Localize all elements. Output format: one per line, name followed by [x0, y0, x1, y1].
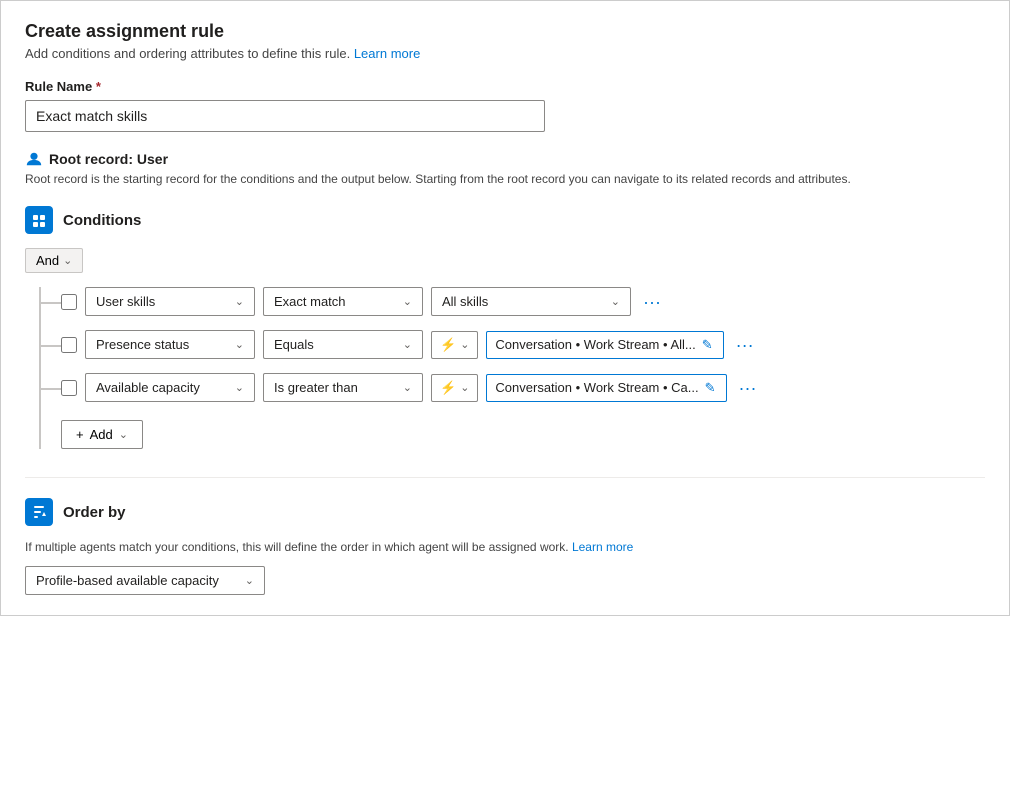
chevron-down-icon: ⌄ [403, 295, 412, 308]
operator-dropdown-1[interactable]: Exact match ⌄ [263, 287, 423, 316]
page-title: Create assignment rule [25, 21, 985, 42]
root-record-section: Root record: User Root record is the sta… [25, 150, 985, 186]
chevron-down-icon: ⌄ [119, 428, 128, 441]
conditions-icon [25, 206, 53, 234]
lightning-button-2[interactable]: ⚡ ⌄ [431, 331, 478, 359]
condition-row: User skills ⌄ Exact match ⌄ All skills ⌄… [41, 287, 985, 316]
more-options-button-3[interactable]: ··· [735, 379, 761, 397]
more-options-button-1[interactable]: ··· [639, 293, 665, 311]
operator-dropdown-2[interactable]: Equals ⌄ [263, 330, 423, 359]
chevron-down-icon: ⌄ [611, 295, 620, 308]
edit-icon: ✎ [702, 337, 713, 353]
order-by-icon [25, 498, 53, 526]
rule-name-input[interactable] [25, 100, 545, 132]
conditions-header: Conditions [25, 206, 985, 234]
chevron-down-icon: ⌄ [460, 381, 469, 394]
root-record-title: Root record: User [25, 150, 985, 168]
chevron-down-icon: ⌄ [235, 295, 244, 308]
chevron-down-icon: ⌄ [235, 381, 244, 394]
order-by-description: If multiple agents match your conditions… [25, 540, 985, 554]
chevron-down-icon: ⌄ [245, 574, 254, 587]
order-by-header: Order by [25, 498, 985, 526]
order-by-dropdown[interactable]: Profile-based available capacity ⌄ [25, 566, 265, 595]
field-dropdown-2[interactable]: Presence status ⌄ [85, 330, 255, 359]
lightning-icon: ⚡ [440, 380, 456, 396]
value-with-edit-3[interactable]: Conversation • Work Stream • Ca... ✎ [486, 374, 726, 402]
conditions-tree: User skills ⌄ Exact match ⌄ All skills ⌄… [39, 287, 985, 449]
field-dropdown-3[interactable]: Available capacity ⌄ [85, 373, 255, 402]
lightning-button-3[interactable]: ⚡ ⌄ [431, 374, 478, 402]
value-with-edit-2[interactable]: Conversation • Work Stream • All... ✎ [486, 331, 723, 359]
chevron-down-icon: ⌄ [403, 338, 412, 351]
order-by-section: Order by If multiple agents match your c… [25, 498, 985, 595]
page-subtitle: Add conditions and ordering attributes t… [25, 46, 985, 61]
condition-checkbox-3[interactable] [61, 380, 77, 396]
section-divider [25, 477, 985, 478]
edit-icon: ✎ [705, 380, 716, 396]
order-by-learn-more[interactable]: Learn more [572, 540, 633, 554]
add-condition-button[interactable]: + Add ⌄ [61, 420, 143, 449]
chevron-down-icon: ⌄ [235, 338, 244, 351]
conditions-section: Conditions And ⌄ User skills ⌄ Exact mat… [25, 206, 985, 449]
rule-name-label: Rule Name * [25, 79, 985, 94]
field-dropdown-1[interactable]: User skills ⌄ [85, 287, 255, 316]
operator-dropdown-3[interactable]: Is greater than ⌄ [263, 373, 423, 402]
condition-row: Presence status ⌄ Equals ⌄ ⚡ ⌄ Conversat… [41, 330, 985, 359]
condition-row: Available capacity ⌄ Is greater than ⌄ ⚡… [41, 373, 985, 402]
learn-more-link[interactable]: Learn more [354, 46, 420, 61]
value-dropdown-1[interactable]: All skills ⌄ [431, 287, 631, 316]
chevron-down-icon: ⌄ [63, 254, 72, 267]
lightning-icon: ⚡ [440, 337, 456, 353]
chevron-down-icon: ⌄ [460, 338, 469, 351]
and-button[interactable]: And ⌄ [25, 248, 83, 273]
condition-checkbox-1[interactable] [61, 294, 77, 310]
more-options-button-2[interactable]: ··· [732, 336, 758, 354]
condition-checkbox-2[interactable] [61, 337, 77, 353]
user-icon [25, 150, 43, 168]
plus-icon: + [76, 427, 84, 442]
chevron-down-icon: ⌄ [403, 381, 412, 394]
